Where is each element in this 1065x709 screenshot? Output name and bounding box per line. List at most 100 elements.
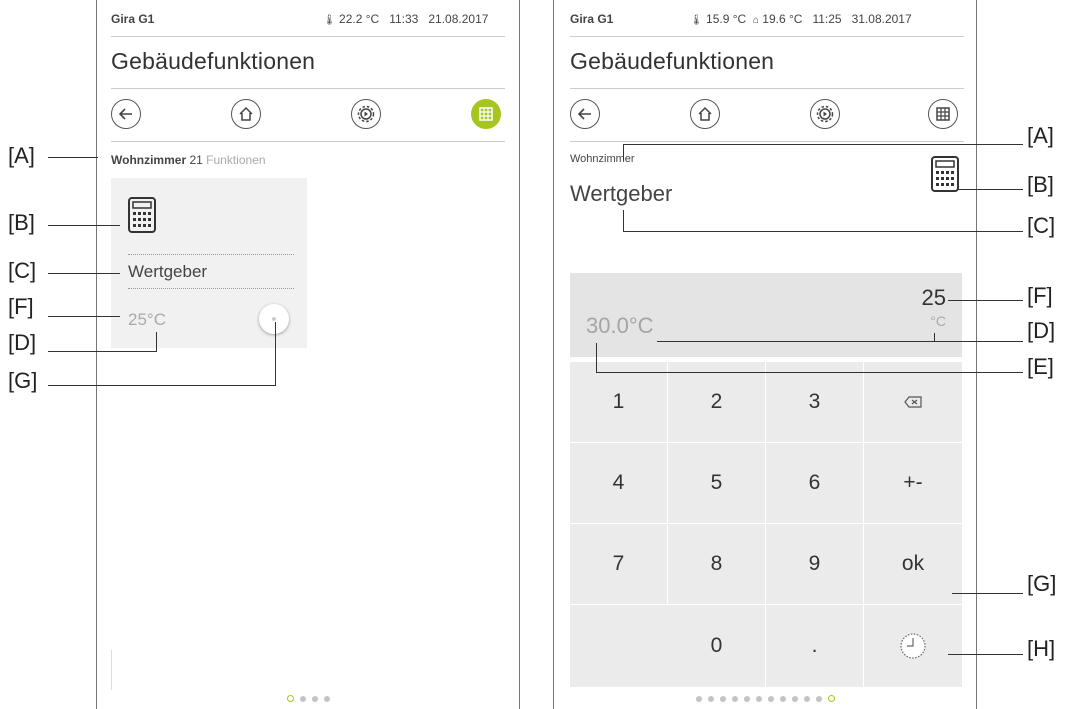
page-dot[interactable] bbox=[779, 696, 786, 702]
breadcrumb-count: 21 bbox=[189, 153, 203, 167]
left-screen: Gira G1 🌡 22.2 °C 11:33 21.08.2017 Gebäu… bbox=[96, 0, 520, 709]
key-0[interactable]: 0 bbox=[668, 605, 765, 687]
page-indicator[interactable] bbox=[554, 695, 976, 702]
backspace-icon bbox=[904, 396, 922, 408]
callout-b-left: [B] bbox=[8, 210, 35, 235]
leader-line bbox=[48, 157, 98, 158]
page-dot[interactable] bbox=[767, 696, 774, 702]
device-name: Gira G1 bbox=[570, 12, 614, 26]
key-8[interactable]: 8 bbox=[668, 524, 765, 604]
leader-line bbox=[596, 343, 597, 373]
divider bbox=[111, 88, 505, 89]
settings-icon bbox=[357, 105, 375, 123]
entry-unit: °C bbox=[930, 313, 946, 329]
back-button[interactable] bbox=[111, 99, 141, 129]
decimal-key[interactable]: . bbox=[766, 605, 863, 687]
settings-icon bbox=[816, 105, 834, 123]
home-icon bbox=[698, 106, 712, 121]
status-time: 11:33 bbox=[389, 12, 419, 26]
callout-d-right: [D] bbox=[1027, 318, 1056, 343]
divider bbox=[570, 141, 964, 142]
callout-d-left: [D] bbox=[8, 330, 37, 355]
leader-line bbox=[623, 210, 624, 232]
callout-b-right: [B] bbox=[1027, 172, 1054, 197]
open-button[interactable] bbox=[259, 304, 289, 334]
ok-key[interactable]: ok bbox=[864, 524, 962, 604]
grid-button[interactable] bbox=[471, 99, 501, 129]
leader-line bbox=[948, 654, 1023, 655]
page-dot[interactable] bbox=[815, 696, 822, 702]
key-5[interactable]: 5 bbox=[668, 443, 765, 523]
tile-value: 25°C bbox=[128, 310, 166, 329]
status-temp: 22.2 °C bbox=[339, 12, 380, 26]
calculator-icon bbox=[128, 197, 156, 233]
current-value: 30.0°C bbox=[586, 313, 654, 338]
page-dot[interactable] bbox=[707, 696, 714, 702]
page-dot[interactable] bbox=[299, 696, 306, 702]
leader-line bbox=[952, 593, 1023, 594]
leader-line bbox=[48, 225, 120, 226]
key-9[interactable]: 9 bbox=[766, 524, 863, 604]
room-label: Wohnzimmer bbox=[570, 153, 635, 165]
key-6[interactable]: 6 bbox=[766, 443, 863, 523]
page-dot[interactable] bbox=[827, 695, 835, 702]
callout-c-left: [C] bbox=[8, 258, 37, 283]
leader-line bbox=[48, 385, 276, 386]
divider bbox=[570, 88, 964, 89]
home-button[interactable] bbox=[231, 99, 261, 129]
page-title: Gebäudefunktionen bbox=[570, 48, 775, 74]
backspace-key[interactable] bbox=[864, 362, 962, 442]
page-dot[interactable] bbox=[791, 696, 798, 702]
thermometer-icon: 🌡 bbox=[323, 15, 336, 26]
leader-line bbox=[48, 273, 120, 274]
callout-c-right: [C] bbox=[1027, 213, 1056, 238]
clock-icon bbox=[900, 633, 926, 659]
key-7[interactable]: 7 bbox=[570, 524, 667, 604]
page-dot[interactable] bbox=[311, 696, 318, 702]
status-time: 11:25 bbox=[812, 12, 842, 26]
settings-button[interactable] bbox=[351, 99, 381, 129]
timer-key[interactable] bbox=[864, 605, 962, 687]
key-2[interactable]: 2 bbox=[668, 362, 765, 442]
function-tile[interactable]: Wertgeber 25°C bbox=[111, 178, 307, 348]
breadcrumb: Wohnzimmer 21 Funktionen bbox=[111, 153, 266, 167]
tile-divider bbox=[128, 254, 294, 255]
status-right: 🌡 22.2 °C 11:33 21.08.2017 bbox=[323, 12, 488, 26]
leader-line bbox=[934, 333, 935, 342]
leader-line bbox=[623, 231, 1023, 232]
page-indicator[interactable] bbox=[97, 695, 519, 702]
breadcrumb-room: Wohnzimmer bbox=[111, 153, 187, 167]
callout-f-right: [F] bbox=[1027, 283, 1053, 308]
page-dot[interactable] bbox=[719, 696, 726, 702]
divider bbox=[570, 36, 964, 37]
page-dot[interactable] bbox=[803, 696, 810, 702]
back-icon bbox=[118, 108, 132, 120]
entry-value: 25 bbox=[921, 285, 946, 310]
sign-key[interactable]: +- bbox=[864, 443, 962, 523]
value-display: 30.0°C 25 °C bbox=[570, 273, 962, 357]
page-dot[interactable] bbox=[323, 696, 330, 702]
page-dot[interactable] bbox=[731, 696, 738, 702]
leader-line bbox=[623, 144, 624, 160]
status-right: 🌡 15.9 °C ⌂ 19.6 °C 11:25 31.08.2017 bbox=[690, 12, 912, 26]
callout-a-left: [A] bbox=[8, 143, 35, 168]
callout-g-left: [G] bbox=[8, 368, 38, 393]
back-button[interactable] bbox=[570, 99, 600, 129]
page-dot[interactable] bbox=[743, 696, 750, 702]
key-4[interactable]: 4 bbox=[570, 443, 667, 523]
settings-button[interactable] bbox=[810, 99, 840, 129]
home-button[interactable] bbox=[690, 99, 720, 129]
page-dot[interactable] bbox=[755, 696, 762, 702]
grid-button[interactable] bbox=[928, 99, 958, 129]
grid-icon bbox=[936, 107, 950, 121]
device-name: Gira G1 bbox=[111, 12, 155, 26]
outside-temp-icon: 🌡 bbox=[690, 15, 703, 26]
breadcrumb-suffix: Funktionen bbox=[206, 153, 266, 167]
key-3[interactable]: 3 bbox=[766, 362, 863, 442]
grid-icon bbox=[479, 107, 493, 121]
function-name: Wertgeber bbox=[570, 181, 673, 206]
page-dot[interactable] bbox=[695, 696, 702, 702]
page-dot[interactable] bbox=[286, 695, 294, 702]
callout-h-right: [H] bbox=[1027, 636, 1056, 661]
key-1[interactable]: 1 bbox=[570, 362, 667, 442]
